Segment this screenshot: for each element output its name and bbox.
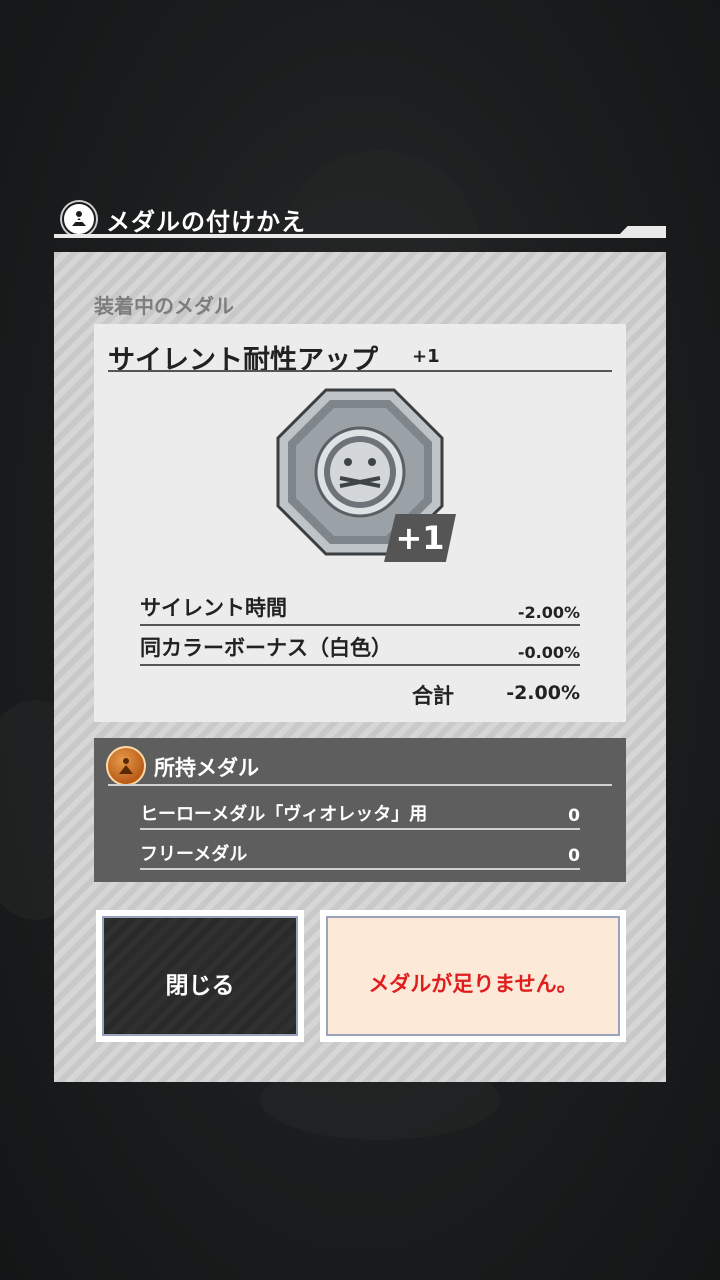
header-divider-accent <box>618 226 666 236</box>
total-value: -2.00% <box>506 682 580 704</box>
header-divider <box>54 234 666 238</box>
dialog-header: メダルの付けかえ <box>54 196 666 242</box>
stat-row: サイレント時間 -2.00% <box>140 594 580 626</box>
owned-medal-label: フリーメダル <box>140 844 248 865</box>
close-button[interactable]: 閉じる <box>96 910 304 1042</box>
owned-medal-count: 0 <box>568 846 580 866</box>
owned-title-divider <box>108 784 612 786</box>
stat-value: -0.00% <box>517 643 580 662</box>
equipped-medal-card: サイレント耐性アップ +1 +1 サイレント時間 -2.00% 同カラーボーナス… <box>94 324 626 722</box>
owned-medals-card: 所持メダル ヒーローメダル「ヴィオレッタ」用 0 フリーメダル 0 <box>94 738 626 882</box>
owned-medal-count: 0 <box>568 806 580 826</box>
stat-row: 同カラーボーナス（白色） -0.00% <box>140 634 580 666</box>
close-button-face[interactable]: 閉じる <box>102 916 298 1036</box>
owned-medal-row: ヒーローメダル「ヴィオレッタ」用 0 <box>140 800 580 830</box>
owned-medals-title: 所持メダル <box>154 756 259 780</box>
bronze-medal-icon <box>106 746 146 786</box>
medal-panel: 装着中のメダル サイレント耐性アップ +1 +1 サイレント時間 -2.00% <box>54 252 666 1082</box>
stat-value: -2.00% <box>517 603 580 622</box>
close-button-label: 閉じる <box>165 973 235 999</box>
medal-emblem-icon <box>62 202 96 236</box>
medal-level-badge: +1 <box>384 514 456 562</box>
medal-name-divider <box>108 370 612 372</box>
stat-label: サイレント時間 <box>140 596 287 620</box>
insufficient-medals-label: メダルが足りません。 <box>368 972 578 996</box>
stat-label: 同カラーボーナス（白色） <box>140 636 392 660</box>
owned-medal-row: フリーメダル 0 <box>140 840 580 870</box>
insufficient-medals-button-face[interactable]: メダルが足りません。 <box>326 916 620 1036</box>
equipped-section-label: 装着中のメダル <box>94 294 234 318</box>
owned-medal-label: ヒーローメダル「ヴィオレッタ」用 <box>140 804 428 825</box>
dialog-title: メダルの付けかえ <box>106 208 306 236</box>
insufficient-medals-button[interactable]: メダルが足りません。 <box>320 910 626 1042</box>
total-label: 合計 <box>412 684 454 708</box>
medal-level: +1 <box>412 346 440 367</box>
